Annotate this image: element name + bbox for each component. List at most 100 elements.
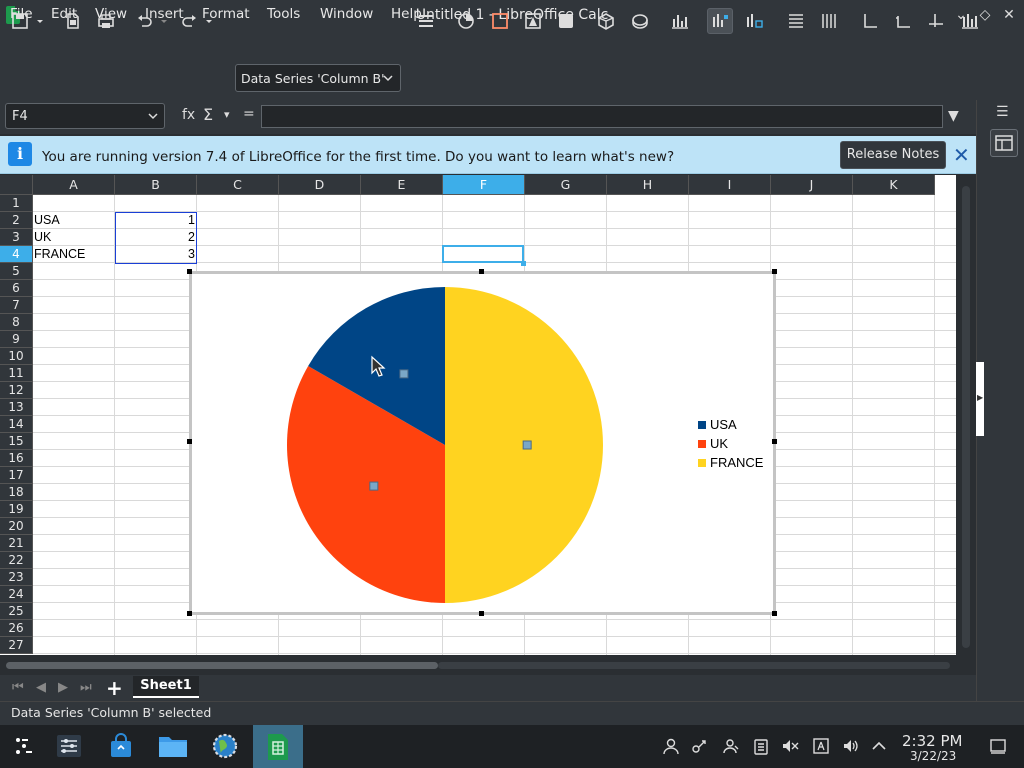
next-sheet-icon[interactable]: ▶ [58, 680, 68, 695]
system-settings-task[interactable] [50, 728, 88, 764]
row-header-9[interactable]: 9 [0, 331, 33, 348]
function-wizard-button[interactable]: fx [182, 107, 195, 123]
cell-cursor[interactable] [442, 245, 524, 263]
name-box[interactable]: F4 [5, 103, 165, 129]
kde-connect-icon[interactable] [690, 737, 710, 757]
row-header-17[interactable]: 17 [0, 467, 33, 484]
row-header-1[interactable]: 1 [0, 195, 33, 212]
row-header-10[interactable]: 10 [0, 348, 33, 365]
spreadsheet-grid[interactable]: ABCDEFGHIJK 1 2 3 4 5 6 7 8 9 10 11 12 13 14 15 16 17 18 1… [0, 175, 956, 655]
row-header-27[interactable]: 27 [0, 637, 33, 654]
format-selection-button[interactable] [413, 8, 439, 34]
horizontal-grids-button[interactable] [783, 8, 809, 34]
row-header-5[interactable]: 5 [0, 263, 33, 280]
row-header-12[interactable]: 12 [0, 382, 33, 399]
tray-expand-icon[interactable] [869, 737, 889, 757]
close-infobar-icon[interactable]: ✕ [953, 143, 970, 167]
row-header-18[interactable]: 18 [0, 484, 33, 501]
resize-handle[interactable] [479, 611, 484, 616]
row-header-24[interactable]: 24 [0, 586, 33, 603]
x-axis-button[interactable] [857, 8, 883, 34]
row-header-8[interactable]: 8 [0, 314, 33, 331]
3d-view-button[interactable] [593, 8, 619, 34]
redo-dropdown[interactable] [202, 8, 216, 34]
horizontal-scroll-track[interactable] [438, 662, 950, 669]
add-sheet-button[interactable]: + [106, 676, 123, 700]
chevron-down-icon[interactable]: ▾ [224, 108, 230, 121]
slice-selection-marker[interactable] [399, 369, 409, 379]
row-header-15[interactable]: 15 [0, 433, 33, 450]
select-all-corner[interactable] [0, 175, 33, 195]
libreoffice-calc-task[interactable] [253, 725, 303, 768]
row-header-26[interactable]: 26 [0, 620, 33, 637]
show-desktop-icon[interactable] [988, 737, 1008, 757]
save-dropdown[interactable] [33, 8, 47, 34]
undo-dropdown[interactable] [157, 8, 171, 34]
legend-position-button[interactable] [741, 8, 767, 34]
first-sheet-icon[interactable]: ⏮ [12, 680, 24, 695]
release-notes-button[interactable]: Release Notes [840, 141, 946, 169]
cell-a2[interactable]: USA [34, 212, 60, 229]
resize-handle[interactable] [772, 611, 777, 616]
chart-type-button[interactable] [453, 8, 479, 34]
row-header-6[interactable]: 6 [0, 280, 33, 297]
clipboard-icon[interactable] [751, 737, 771, 757]
legend-entry[interactable]: FRANCE [698, 455, 763, 474]
column-header-h[interactable]: H [607, 175, 689, 195]
horizontal-scroll-thumb[interactable] [6, 662, 438, 669]
chart-element-select[interactable]: Data Series 'Column B' [235, 64, 401, 92]
redo-button[interactable] [176, 8, 202, 34]
chart-floor-button[interactable] [553, 8, 579, 34]
column-header-k[interactable]: K [853, 175, 935, 195]
column-header-f[interactable]: F [443, 175, 525, 195]
column-header-b[interactable]: B [115, 175, 197, 195]
save-button[interactable] [7, 8, 33, 34]
column-header-a[interactable]: A [33, 175, 115, 195]
resize-handle[interactable] [187, 439, 192, 444]
data-ranges-button[interactable] [667, 8, 693, 34]
sum-button[interactable]: Σ [203, 105, 213, 124]
resize-handle[interactable] [479, 269, 484, 274]
column-header-j[interactable]: J [771, 175, 853, 195]
notes-icon[interactable] [811, 737, 831, 757]
menu-window[interactable]: Window [320, 6, 373, 22]
legend-entry[interactable]: USA [698, 417, 763, 436]
discover-store-task[interactable] [102, 728, 140, 764]
cell-a3[interactable]: UK [34, 229, 51, 246]
sidebar-collapse-handle[interactable]: ▶ [976, 362, 984, 436]
row-header-25[interactable]: 25 [0, 603, 33, 620]
column-header-g[interactable]: G [525, 175, 607, 195]
chart-object[interactable] [189, 271, 776, 615]
last-sheet-icon[interactable]: ⏭ [80, 680, 92, 695]
formula-button[interactable]: = [243, 106, 255, 122]
previous-sheet-icon[interactable]: ◀ [36, 680, 46, 695]
column-header-c[interactable]: C [197, 175, 279, 195]
clock-time[interactable]: 2:32 PM [902, 732, 962, 750]
column-header-e[interactable]: E [361, 175, 443, 195]
resize-handle[interactable] [187, 611, 192, 616]
row-header-21[interactable]: 21 [0, 535, 33, 552]
user-switcher-icon[interactable] [661, 737, 681, 757]
row-header-14[interactable]: 14 [0, 416, 33, 433]
file-manager-task[interactable] [154, 728, 192, 764]
formula-input[interactable] [261, 105, 943, 128]
autofill-handle[interactable] [521, 261, 526, 266]
row-header-4[interactable]: 4 [0, 246, 33, 263]
app-launcher-button[interactable] [5, 728, 43, 764]
chart-area-button[interactable] [520, 8, 546, 34]
print-button[interactable] [93, 8, 119, 34]
row-header-2[interactable]: 2 [0, 212, 33, 229]
resize-handle[interactable] [187, 269, 192, 274]
row-header-7[interactable]: 7 [0, 297, 33, 314]
data-table-button[interactable] [627, 8, 653, 34]
legend-on-off-button[interactable] [707, 8, 733, 34]
clock-date[interactable]: 3/22/23 [910, 749, 956, 763]
chart-wall-button[interactable] [487, 8, 513, 34]
cell-a4[interactable]: FRANCE [34, 246, 85, 263]
export-pdf-button[interactable] [60, 8, 86, 34]
menu-tools[interactable]: Tools [267, 6, 300, 22]
all-axes-button[interactable] [923, 8, 949, 34]
column-header-d[interactable]: D [279, 175, 361, 195]
legend-entry[interactable]: UK [698, 436, 763, 455]
row-header-16[interactable]: 16 [0, 450, 33, 467]
